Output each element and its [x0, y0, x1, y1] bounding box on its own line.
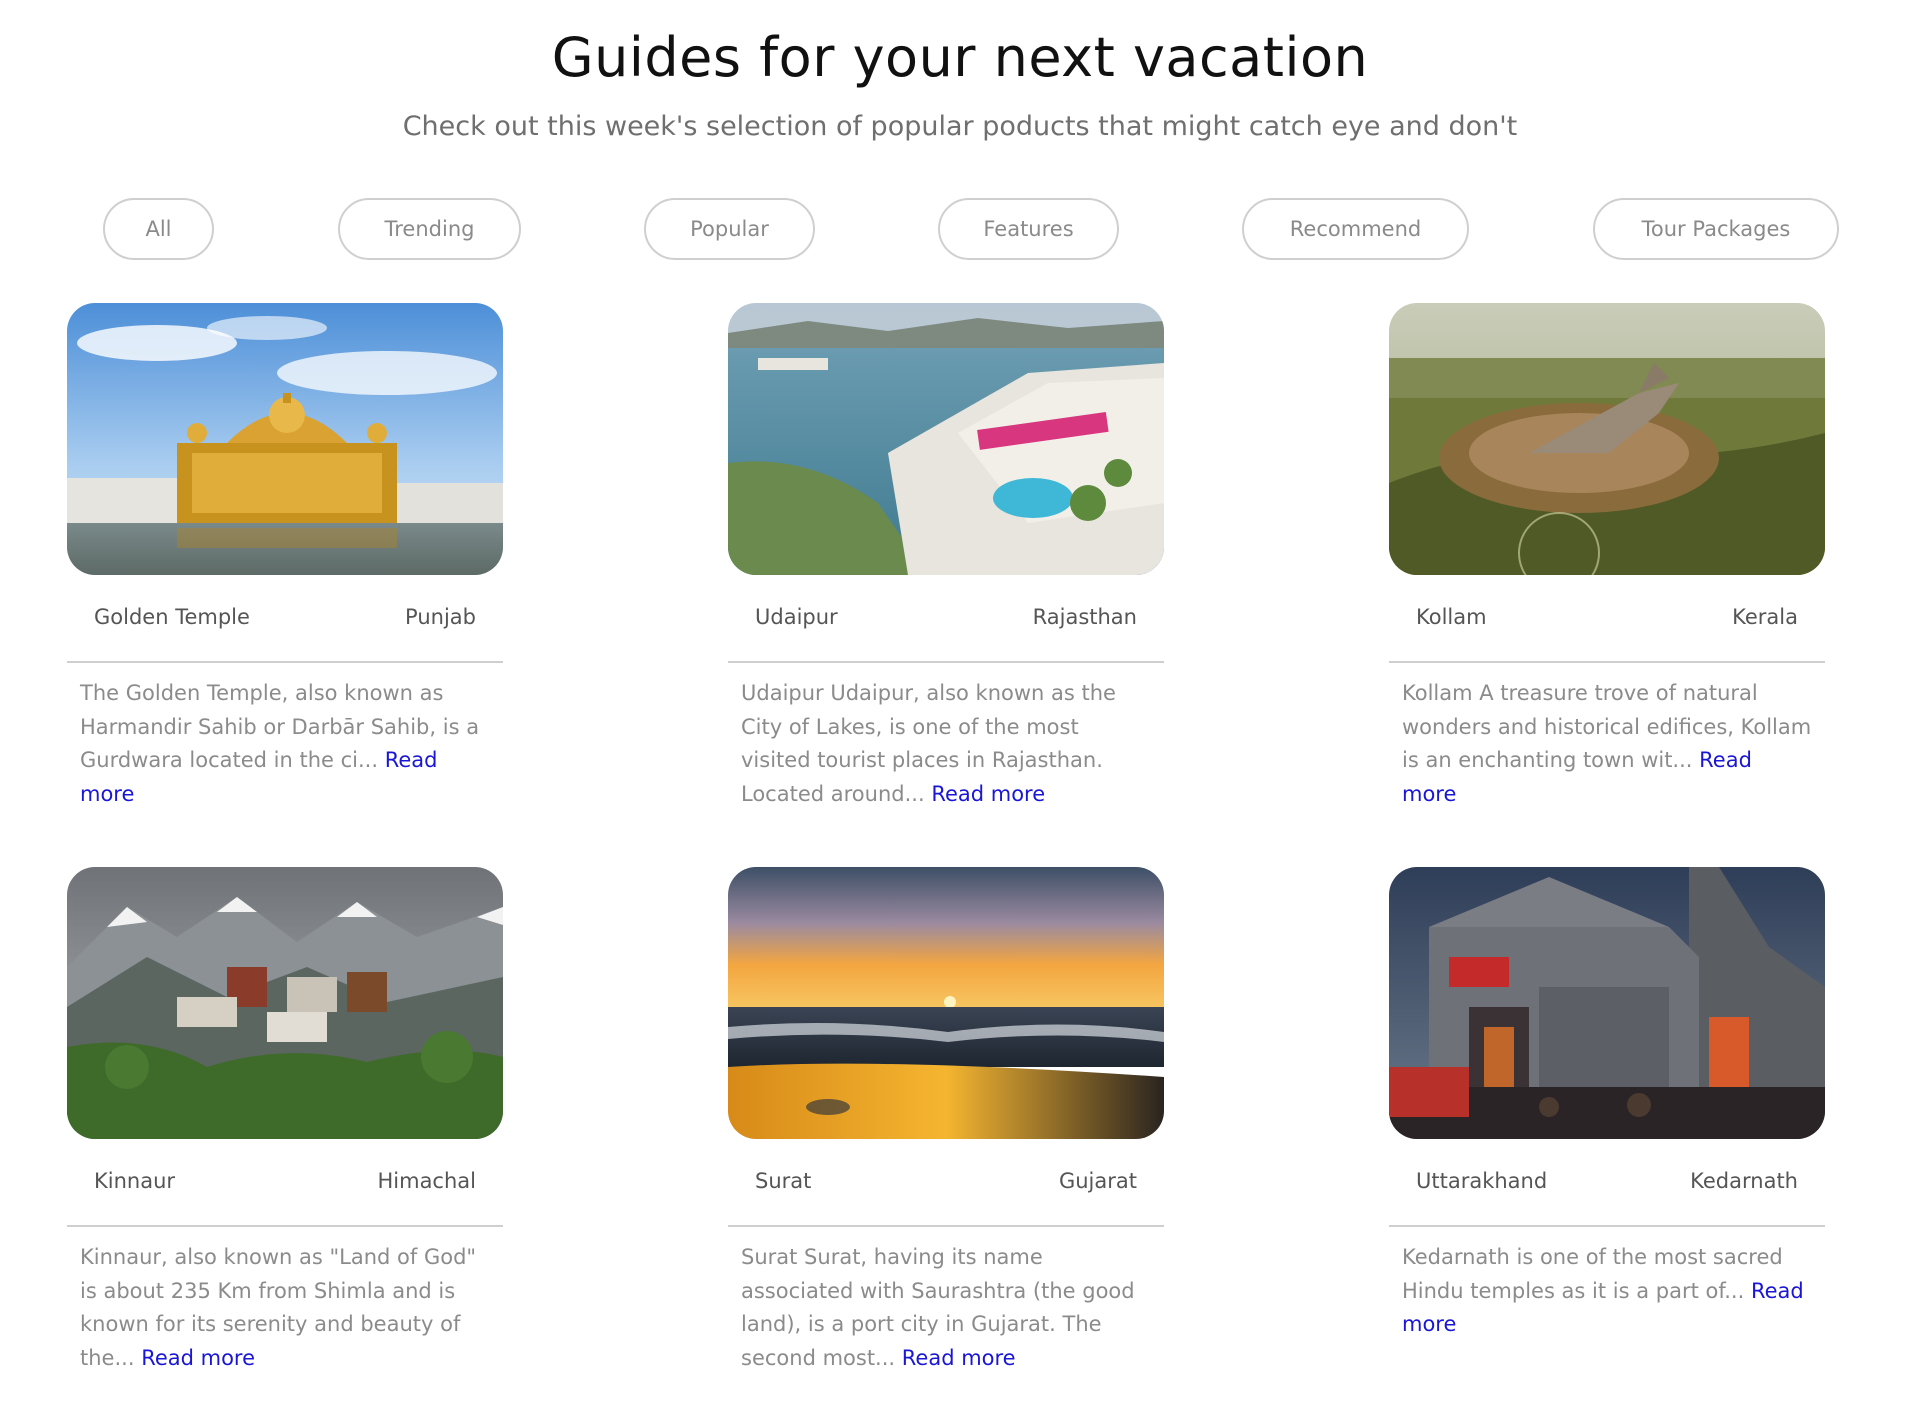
card-meta: Golden Temple Punjab: [67, 605, 503, 635]
golden-temple-image[interactable]: [67, 303, 503, 575]
filter-recommend-button[interactable]: Recommend: [1242, 198, 1469, 260]
udaipur-image[interactable]: [728, 303, 1164, 575]
guide-card[interactable]: Golden Temple Punjab The Golden Temple, …: [67, 303, 503, 811]
guide-card[interactable]: Kinnaur Himachal Kinnaur, also known as …: [67, 867, 503, 1375]
filter-tour-packages-button[interactable]: Tour Packages: [1593, 198, 1839, 260]
card-description: Surat Surat, having its name associated …: [728, 1241, 1164, 1375]
kinnaur-image[interactable]: [67, 867, 503, 1139]
card-place: Udaipur: [755, 605, 838, 629]
card-meta: Kollam Kerala: [1389, 605, 1825, 635]
card-place: Golden Temple: [94, 605, 250, 629]
page-title: Guides for your next vacation: [551, 26, 1369, 89]
card-meta: Udaipur Rajasthan: [728, 605, 1164, 635]
card-place: Surat: [755, 1169, 812, 1193]
divider: [728, 1225, 1164, 1227]
card-meta: Uttarakhand Kedarnath: [1389, 1169, 1825, 1199]
surat-image[interactable]: [728, 867, 1164, 1139]
read-more-link[interactable]: Read more: [931, 782, 1045, 806]
card-description-text: Kedarnath is one of the most sacred Hind…: [1402, 1245, 1783, 1303]
card-region: Punjab: [405, 605, 476, 629]
card-place: Uttarakhand: [1416, 1169, 1548, 1193]
card-region: Kerala: [1732, 605, 1798, 629]
filter-bar: All Trending Popular Features Recommend …: [0, 198, 1920, 262]
read-more-link[interactable]: Read more: [902, 1346, 1016, 1370]
filter-all-button[interactable]: All: [103, 198, 214, 260]
card-description: Udaipur Udaipur, also known as the City …: [728, 677, 1164, 811]
page-header: Guides for your next vacation Check out …: [0, 0, 1920, 144]
divider: [67, 661, 503, 663]
page-subtitle: Check out this week's selection of popul…: [402, 111, 1518, 142]
card-description: Kinnaur, also known as "Land of God" is …: [67, 1241, 503, 1375]
kedarnath-image[interactable]: [1389, 867, 1825, 1139]
guide-card[interactable]: Surat Gujarat Surat Surat, having its na…: [728, 867, 1164, 1375]
card-meta: Kinnaur Himachal: [67, 1169, 503, 1199]
divider: [67, 1225, 503, 1227]
card-region: Rajasthan: [1032, 605, 1137, 629]
card-meta: Surat Gujarat: [728, 1169, 1164, 1199]
card-description: Kollam A treasure trove of natural wonde…: [1389, 677, 1825, 811]
filter-trending-button[interactable]: Trending: [338, 198, 521, 260]
read-more-link[interactable]: Read more: [141, 1346, 255, 1370]
card-region: Himachal: [377, 1169, 476, 1193]
card-place: Kollam: [1416, 605, 1487, 629]
divider: [1389, 1225, 1825, 1227]
guide-card[interactable]: Udaipur Rajasthan Udaipur Udaipur, also …: [728, 303, 1164, 811]
guide-card[interactable]: Kollam Kerala Kollam A treasure trove of…: [1389, 303, 1825, 811]
kollam-image[interactable]: [1389, 303, 1825, 575]
divider: [728, 661, 1164, 663]
divider: [1389, 661, 1825, 663]
card-region: Gujarat: [1058, 1169, 1137, 1193]
filter-popular-button[interactable]: Popular: [644, 198, 815, 260]
guide-card[interactable]: Uttarakhand Kedarnath Kedarnath is one o…: [1389, 867, 1825, 1342]
card-description-text: Udaipur Udaipur, also known as the City …: [741, 681, 1116, 806]
card-description: Kedarnath is one of the most sacred Hind…: [1389, 1241, 1825, 1342]
filter-features-button[interactable]: Features: [938, 198, 1119, 260]
card-region: Kedarnath: [1690, 1169, 1798, 1193]
card-description: The Golden Temple, also known as Harmand…: [67, 677, 503, 811]
card-place: Kinnaur: [94, 1169, 176, 1193]
card-description-text: Kinnaur, also known as "Land of God" is …: [80, 1245, 477, 1370]
